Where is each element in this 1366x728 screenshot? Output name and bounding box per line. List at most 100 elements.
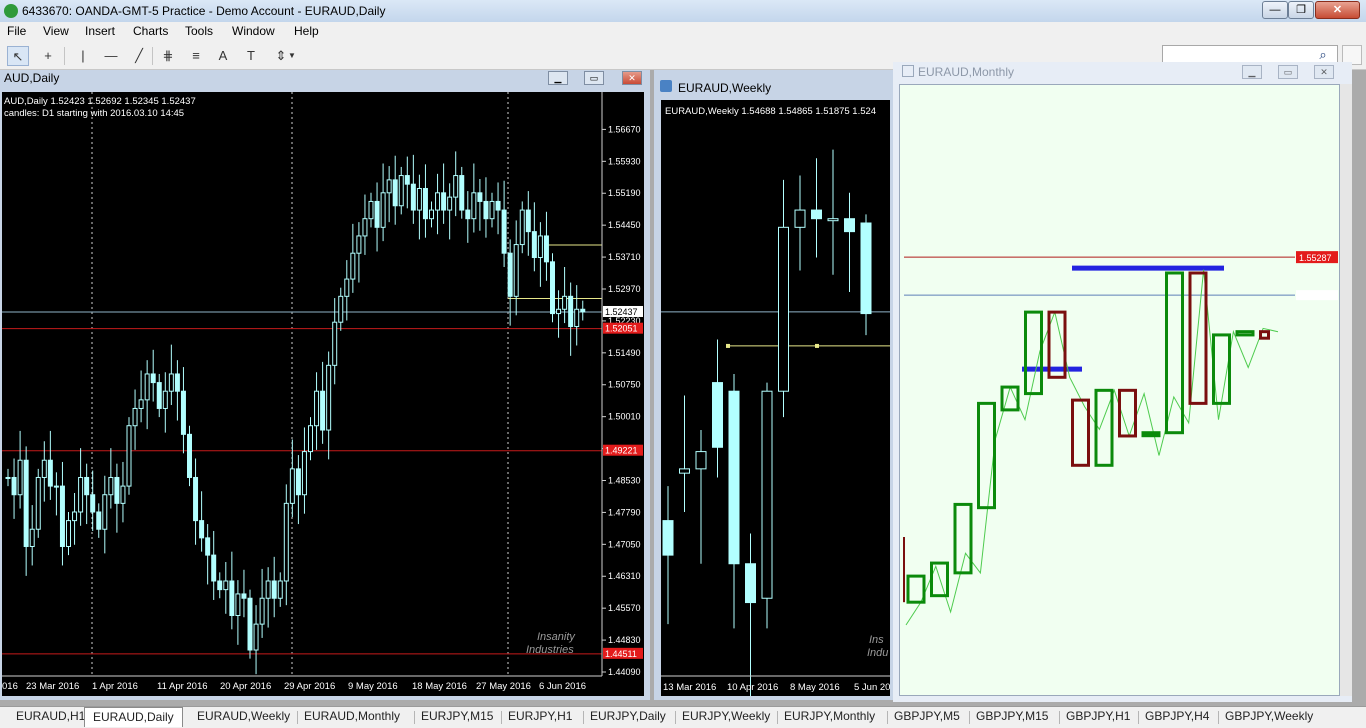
horizontal-line-icon[interactable]: — [100, 46, 122, 66]
text-label-icon[interactable]: T [240, 46, 262, 66]
menu-help[interactable]: Help [294, 24, 319, 38]
menu-window[interactable]: Window [232, 24, 275, 38]
text-icon[interactable]: A [212, 46, 234, 66]
candle-body [78, 476, 84, 513]
menu-tools[interactable]: Tools [185, 24, 213, 38]
candle-body [392, 179, 398, 207]
candle-body [5, 476, 11, 479]
menu-charts[interactable]: Charts [133, 24, 168, 38]
tab-euraud-h1[interactable]: EURAUD,H1 [16, 709, 85, 726]
menu-view[interactable]: View [43, 24, 69, 38]
tab-eurjpy-monthly[interactable]: EURJPY,Monthly [784, 709, 875, 726]
candle-body [217, 580, 223, 591]
chart-plot-daily[interactable]: 1.56670 1.55930 1.55190 1.54450 1.53710 1.529… [2, 92, 644, 696]
candle-body [568, 295, 574, 328]
tab-euraud-monthly[interactable]: EURAUD,Monthly [304, 709, 400, 726]
price-label: 1.55287 [1299, 253, 1332, 263]
candle-body [550, 261, 555, 315]
candle-body [930, 561, 949, 598]
tab-gbpjpy-m15[interactable]: GBPJPY,M15 [976, 709, 1048, 726]
cursor-icon[interactable]: ↖ [7, 46, 29, 66]
candle-body [380, 192, 386, 228]
candle-body [23, 459, 29, 547]
candle-body [320, 390, 326, 431]
candle-body [295, 468, 301, 496]
maximize-button[interactable]: ❐ [1288, 1, 1314, 19]
y-tick-label: 1.44090 [608, 667, 641, 677]
app-logo-icon [4, 4, 18, 18]
scrollbar[interactable] [1340, 84, 1352, 696]
close-button[interactable]: ✕ [1315, 1, 1360, 19]
x-tick-label: 1 Apr 2016 [92, 681, 138, 692]
tab-gbpjpy-h4[interactable]: GBPJPY,H4 [1145, 709, 1209, 726]
tab-euraud-daily[interactable]: EURAUD,Daily [84, 707, 183, 727]
ohlc-line: AUD,Daily 1.52423 1.52692 1.52345 1.5243… [4, 96, 196, 107]
candle-body [72, 511, 78, 522]
chart-daily[interactable]: 1.56670 1.55930 1.55190 1.54450 1.53710 1.529… [2, 92, 644, 696]
x-tick-label: 13 Mar 2016 [663, 682, 716, 693]
candle-body [168, 373, 174, 392]
close-button[interactable]: ✕ [622, 71, 642, 85]
chevron-down-icon[interactable]: ▼ [286, 46, 298, 66]
candle-body [410, 183, 416, 211]
y-tick-label: 1.50750 [608, 380, 641, 390]
fibonacci-channel-icon[interactable]: ⋕ [157, 46, 179, 66]
menu-insert[interactable]: Insert [85, 24, 115, 38]
tab-eurjpy-m15[interactable]: EURJPY,M15 [421, 709, 493, 726]
chart-weekly[interactable]: 13 Mar 2016 10 Apr 2016 8 May 2016 5 Jun 20… [661, 100, 890, 696]
minimize-icon: — [1269, 4, 1281, 16]
tab-gbpjpy-weekly[interactable]: GBPJPY,Weekly [1225, 709, 1313, 726]
y-tick-label: 1.48530 [608, 475, 641, 485]
tab-gbpjpy-m5[interactable]: GBPJPY,M5 [894, 709, 960, 726]
y-tick-label: 1.46310 [608, 571, 641, 581]
chart-monthly[interactable]: 1.55287 [900, 85, 1340, 696]
candle-body [465, 209, 471, 220]
x-tick-label: 23 Mar 2016 [26, 681, 79, 692]
tab-eurjpy-h1[interactable]: EURJPY,H1 [508, 709, 572, 726]
menu-file[interactable]: File [7, 24, 26, 38]
minimize-button[interactable]: — [1262, 1, 1288, 19]
trend-line-icon[interactable]: ╱ [128, 46, 150, 66]
x-tick-label: 27 May 2016 [476, 681, 531, 692]
candle-body [241, 593, 247, 599]
candle-body [229, 580, 235, 616]
candle-body [495, 200, 501, 211]
tab-separator [583, 711, 584, 724]
candle-body [223, 580, 229, 591]
y-tick-label: 1.45570 [608, 603, 641, 613]
chart-plot-weekly[interactable]: 13 Mar 2016 10 Apr 2016 8 May 2016 5 Jun 20… [661, 100, 890, 696]
tab-eurjpy-weekly[interactable]: EURJPY,Weekly [682, 709, 770, 726]
x-tick-label: 10 Apr 2016 [727, 682, 778, 693]
tab-eurjpy-daily[interactable]: EURJPY,Daily [590, 709, 666, 726]
candle-body [283, 502, 289, 582]
minimize-button[interactable]: ▁ [1242, 65, 1262, 79]
candle-body [435, 192, 441, 211]
candle-body [404, 175, 410, 185]
close-button[interactable]: ✕ [1314, 65, 1334, 79]
candle-body [344, 278, 350, 297]
chart-plot-monthly[interactable]: 1.55287 [899, 84, 1340, 696]
candle-body [199, 520, 205, 539]
candle-body [1071, 398, 1090, 467]
candle-body [187, 433, 192, 478]
x-tick-label: 18 May 2016 [412, 681, 467, 692]
x-tick-label: 8 May 2016 [790, 682, 840, 693]
tab-gbpjpy-h1[interactable]: GBPJPY,H1 [1066, 709, 1130, 726]
minimize-button[interactable]: ▁ [548, 71, 568, 85]
candle-body [761, 390, 773, 599]
price-label: 1.52051 [605, 324, 638, 334]
vertical-line-icon[interactable]: | [72, 46, 94, 66]
candle-body [326, 364, 332, 431]
fibonacci-retracement-icon[interactable]: ≡ [185, 46, 207, 66]
candle-body [356, 235, 362, 254]
tab-separator [675, 711, 676, 724]
crosshair-icon[interactable]: + [37, 46, 59, 66]
candle-body [811, 209, 822, 220]
y-tick-label: 1.52970 [608, 284, 641, 294]
maximize-button[interactable]: ▭ [1278, 65, 1298, 79]
candle-body [41, 459, 47, 478]
maximize-button[interactable]: ▭ [584, 71, 604, 85]
candle-body [745, 563, 756, 604]
candle-body [374, 200, 380, 228]
tab-euraud-weekly[interactable]: EURAUD,Weekly [197, 709, 290, 726]
